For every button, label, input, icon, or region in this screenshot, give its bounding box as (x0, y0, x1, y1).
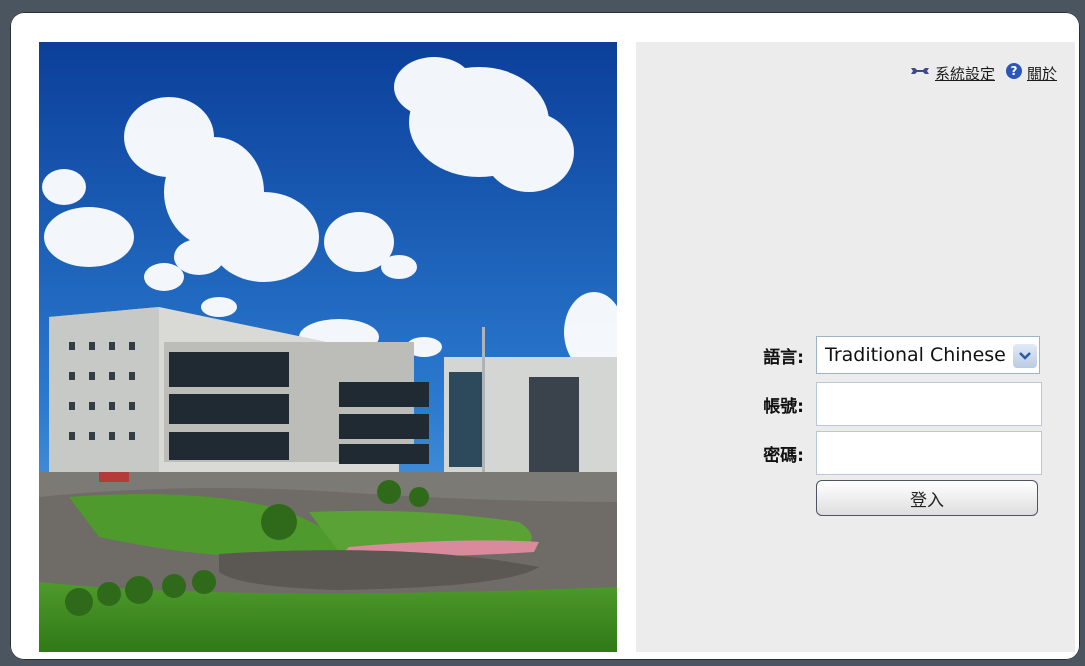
chevron-down-icon[interactable] (1013, 344, 1037, 368)
account-input[interactable] (816, 382, 1042, 426)
login-button[interactable]: 登入 (816, 480, 1038, 516)
login-panel: 系統設定 ? 關於 語言: Traditional Chinese 帳號: 密碼… (636, 42, 1075, 652)
password-label: 密碼: (763, 445, 804, 466)
help-icon: ? (1005, 62, 1023, 84)
campus-building-image (39, 42, 617, 652)
language-select[interactable]: Traditional Chinese (816, 336, 1040, 374)
svg-text:?: ? (1011, 64, 1018, 78)
password-row: 密碼: (746, 431, 1042, 475)
account-row: 帳號: (746, 382, 1042, 426)
header-links: 系統設定 ? 關於 (909, 62, 1057, 84)
password-input[interactable] (816, 431, 1042, 475)
language-select-value: Traditional Chinese (825, 344, 1006, 366)
system-settings-link[interactable]: 系統設定 (935, 63, 995, 84)
about-link[interactable]: 關於 (1027, 63, 1057, 84)
language-label: 語言: (763, 347, 804, 368)
account-label: 帳號: (763, 396, 804, 417)
login-frame: 系統設定 ? 關於 語言: Traditional Chinese 帳號: 密碼… (10, 12, 1080, 660)
wrench-icon (909, 64, 931, 82)
campus-photo (39, 42, 617, 652)
language-row: 語言: Traditional Chinese (746, 336, 1040, 374)
